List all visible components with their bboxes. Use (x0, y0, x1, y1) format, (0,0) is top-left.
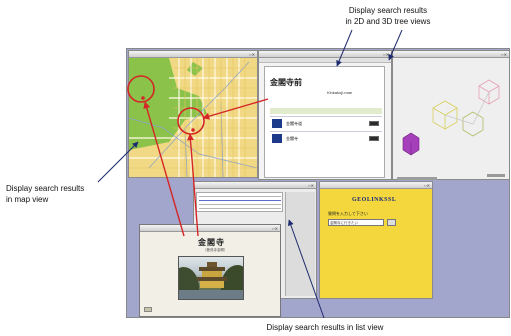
pointer-map-view (97, 141, 139, 183)
map-highlight-circle-1 (127, 75, 155, 103)
annotation-overlay (97, 29, 403, 319)
pointer-list-view (287, 219, 325, 319)
map-highlight-circle-2 (177, 107, 205, 135)
pointer-tree-view-right (388, 29, 403, 61)
pointer-tree-view-left (336, 29, 353, 67)
arrow-image-to-map-2 (187, 133, 199, 237)
arrow-info-to-map (202, 98, 269, 120)
